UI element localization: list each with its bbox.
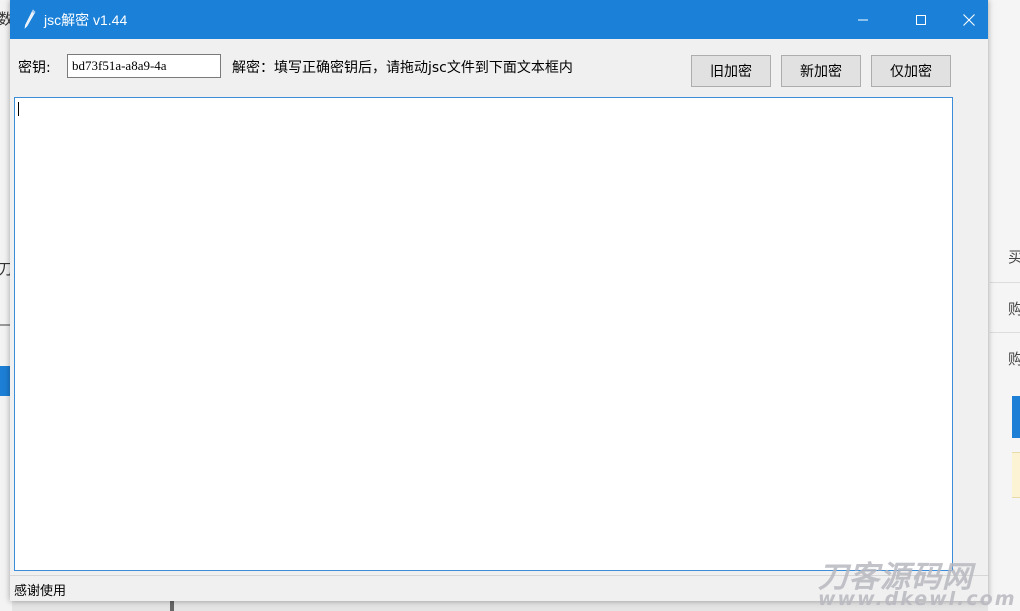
only-encrypt-button[interactable]: 仅加密 <box>871 55 951 87</box>
text-caret <box>18 102 19 116</box>
background-right-char: 买 <box>1008 248 1020 266</box>
title-bar[interactable]: jsc解密 v1.44 <box>10 0 988 39</box>
maximize-icon <box>915 14 927 26</box>
minimize-icon <box>857 14 869 26</box>
watermark: 刀客源码网 www.dkewl.com <box>818 552 1015 610</box>
decrypt-hint: 解密：填写正确密钥后，请拖动jsc文件到下面文本框内 <box>232 60 573 76</box>
jsc-decrypt-window: jsc解密 v1.44 密钥: 解密：填写正确密钥后，请拖动jsc文件到下面文本… <box>10 0 988 601</box>
maximize-button[interactable] <box>892 0 950 39</box>
old-encrypt-button[interactable]: 旧加密 <box>691 55 771 87</box>
key-input[interactable] <box>67 54 221 78</box>
status-text: 感谢使用 <box>14 584 67 599</box>
background-divider <box>990 282 1020 283</box>
window-title: jsc解密 v1.44 <box>44 12 128 28</box>
close-icon <box>962 13 976 27</box>
background-right-highlight <box>1012 396 1020 438</box>
background-right-char: 购 <box>1008 300 1020 318</box>
key-label: 密钥: <box>18 60 51 76</box>
background-divider <box>990 332 1020 333</box>
watermark-en: www.dkewl.com <box>818 588 1017 610</box>
pen-icon <box>22 9 38 29</box>
new-encrypt-button[interactable]: 新加密 <box>781 55 861 87</box>
minimize-button[interactable] <box>834 0 892 39</box>
drop-text-area[interactable] <box>14 97 953 571</box>
background-scroll-handle <box>170 601 174 611</box>
background-right-char: 购 <box>1008 350 1020 368</box>
background-right-notice <box>1012 452 1020 498</box>
close-button[interactable] <box>950 0 988 39</box>
